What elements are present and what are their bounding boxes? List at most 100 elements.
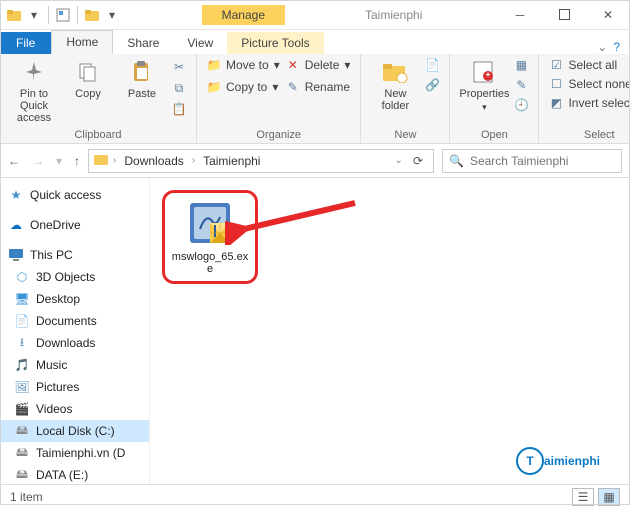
address-bar: ← → ▾ ↑ › Downloads › Taimienphi ⌄ ⟳ 🔍 — [0, 144, 630, 178]
new-folder-button[interactable]: New folder — [371, 58, 419, 112]
back-button[interactable]: ← — [8, 154, 20, 168]
select-none-button[interactable]: ☐Select none — [549, 77, 630, 91]
copy-button[interactable]: Copy — [64, 58, 112, 100]
ribbon-collapse-icon[interactable]: ⌄ — [597, 40, 607, 54]
group-label: New — [371, 127, 439, 141]
move-icon: 📁 — [207, 58, 221, 72]
group-label: Open — [460, 127, 528, 141]
rename-button[interactable]: ✎Rename — [286, 80, 351, 94]
chevron-right-icon[interactable]: › — [192, 155, 195, 166]
group-new: New folder 📄 🔗 New — [361, 54, 450, 143]
group-organize: 📁Move to ▾ 📁Copy to ▾ ✕Delete ▾ ✎Rename … — [197, 54, 361, 143]
sidebar-drive-e[interactable]: 🖴DATA (E:) — [0, 464, 149, 484]
tab-file[interactable]: File — [0, 32, 51, 54]
rename-icon: ✎ — [286, 80, 300, 94]
sidebar-3d-objects[interactable]: ⬡3D Objects — [0, 266, 149, 288]
pin-quick-access-button[interactable]: Pin to Quick access — [10, 58, 58, 124]
group-open: Properties ▾ ▦ ✎ 🕘 Open — [450, 54, 539, 143]
select-none-icon: ☐ — [549, 77, 563, 91]
up-button[interactable]: ↑ — [74, 154, 80, 168]
group-clipboard: Pin to Quick access Copy Paste ✂ ⧉ 📋 Cli… — [0, 54, 197, 143]
context-tab-manage[interactable]: Manage — [202, 5, 285, 25]
exe-icon — [186, 199, 234, 247]
refresh-button[interactable]: ⟳ — [407, 154, 429, 168]
file-list[interactable]: mswlogo_65.exe — [150, 178, 630, 484]
cut-icon[interactable]: ✂ — [172, 60, 186, 74]
new-folder-icon — [381, 58, 409, 86]
copy-to-button[interactable]: 📁Copy to ▾ — [207, 80, 280, 94]
status-bar: 1 item ☰ ▦ — [0, 484, 630, 508]
sidebar-drive-d[interactable]: 🖴Taimienphi.vn (D — [0, 442, 149, 464]
desktop-icon: 🖥 — [14, 291, 30, 307]
navigation-pane: ★Quick access ☁OneDrive This PC ⬡3D Obje… — [0, 178, 150, 484]
sidebar-documents[interactable]: 📄Documents — [0, 310, 149, 332]
icons-view-button[interactable]: ▦ — [598, 488, 620, 506]
sidebar-desktop[interactable]: 🖥Desktop — [0, 288, 149, 310]
pin-icon — [20, 58, 48, 86]
search-input[interactable] — [470, 154, 615, 168]
sidebar-onedrive[interactable]: ☁OneDrive — [0, 214, 149, 236]
search-icon: 🔍 — [449, 154, 464, 168]
search-box[interactable]: 🔍 — [442, 149, 622, 173]
select-all-button[interactable]: ☑Select all — [549, 58, 630, 72]
tab-picture-tools[interactable]: Picture Tools — [227, 32, 323, 54]
documents-icon: 📄 — [14, 313, 30, 329]
dropdown-icon[interactable]: ▾ — [26, 7, 42, 23]
cloud-icon: ☁ — [8, 217, 24, 233]
sidebar-local-disk-c[interactable]: 🖴Local Disk (C:) — [0, 420, 149, 442]
copy-icon — [74, 58, 102, 86]
forward-button[interactable]: → — [32, 154, 44, 168]
invert-icon: ◩ — [549, 96, 563, 110]
sidebar-pictures[interactable]: 🖼Pictures — [0, 376, 149, 398]
details-view-button[interactable]: ☰ — [572, 488, 594, 506]
recent-dropdown[interactable]: ▾ — [56, 154, 62, 168]
music-icon: 🎵 — [14, 357, 30, 373]
tab-home[interactable]: Home — [51, 30, 113, 54]
dropdown-icon[interactable]: ▾ — [104, 7, 120, 23]
ribbon: Pin to Quick access Copy Paste ✂ ⧉ 📋 Cli… — [0, 54, 630, 144]
sidebar-videos[interactable]: 🎬Videos — [0, 398, 149, 420]
pictures-icon: 🖼 — [14, 379, 30, 395]
close-button[interactable]: ✕ — [586, 0, 630, 30]
tab-share[interactable]: Share — [113, 32, 173, 54]
sidebar-downloads[interactable]: ⭳Downloads — [0, 332, 149, 354]
history-icon[interactable]: 🕘 — [514, 98, 528, 112]
breadcrumb[interactable]: Taimienphi — [199, 154, 264, 168]
chevron-right-icon[interactable]: › — [113, 155, 116, 166]
folder-icon[interactable] — [6, 7, 22, 23]
paste-shortcut-icon[interactable]: 📋 — [172, 102, 186, 116]
downloads-icon: ⭳ — [14, 335, 30, 351]
group-label: Clipboard — [10, 127, 186, 141]
folder-icon[interactable] — [84, 7, 100, 23]
sidebar-this-pc[interactable]: This PC — [0, 244, 149, 266]
minimize-button[interactable]: ─ — [498, 0, 542, 30]
delete-button[interactable]: ✕Delete ▾ — [286, 58, 351, 72]
window-title: Taimienphi — [365, 8, 422, 22]
move-to-button[interactable]: 📁Move to ▾ — [207, 58, 280, 72]
paste-button[interactable]: Paste — [118, 58, 166, 100]
dropdown-icon[interactable]: ⌄ — [395, 155, 403, 166]
sidebar-quick-access[interactable]: ★Quick access — [0, 184, 149, 206]
file-item[interactable]: mswlogo_65.exe — [162, 190, 258, 284]
sidebar-music[interactable]: 🎵Music — [0, 354, 149, 376]
select-all-icon: ☑ — [549, 58, 563, 72]
copy-path-icon[interactable]: ⧉ — [172, 81, 186, 95]
tab-view[interactable]: View — [173, 32, 227, 54]
maximize-button[interactable] — [542, 0, 586, 30]
new-item-icon[interactable]: 📄 — [425, 58, 439, 72]
edit-icon[interactable]: ✎ — [514, 78, 528, 92]
invert-selection-button[interactable]: ◩Invert selection — [549, 96, 630, 110]
ribbon-tabs: File Home Share View Picture Tools ⌄ ? — [0, 30, 630, 54]
help-icon[interactable]: ? — [613, 40, 620, 54]
easy-access-icon[interactable]: 🔗 — [425, 78, 439, 92]
file-label: mswlogo_65.exe — [171, 251, 249, 275]
drive-icon: 🖴 — [14, 423, 30, 439]
drive-icon: 🖴 — [14, 445, 30, 461]
breadcrumb[interactable]: Downloads — [120, 154, 187, 168]
address-box[interactable]: › Downloads › Taimienphi ⌄ ⟳ — [88, 149, 434, 173]
properties-icon[interactable] — [55, 7, 71, 23]
copy-to-icon: 📁 — [207, 80, 221, 94]
properties-button[interactable]: Properties ▾ — [460, 58, 508, 113]
open-icon[interactable]: ▦ — [514, 58, 528, 72]
paste-icon — [128, 58, 156, 86]
